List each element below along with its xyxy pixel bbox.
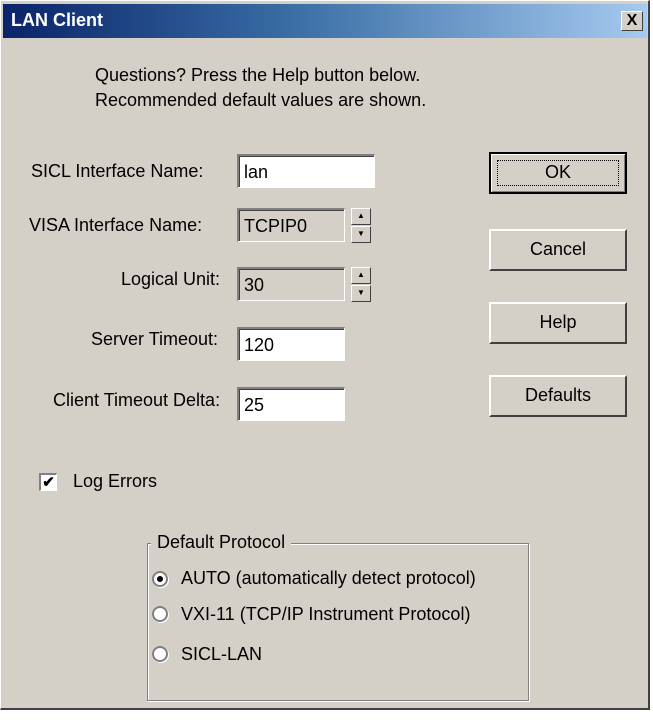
sicl-interface-label: SICL Interface Name: <box>31 161 204 181</box>
intro-line-2: Recommended default values are shown. <box>95 90 427 110</box>
spin-down-icon[interactable]: ▼ <box>351 226 371 243</box>
spin-down-icon[interactable]: ▼ <box>351 285 371 302</box>
server-timeout-input[interactable]: 120 <box>237 327 345 361</box>
window-title: LAN Client <box>11 10 103 30</box>
logical-unit-label: Logical Unit: <box>121 269 221 289</box>
ok-button[interactable]: OK <box>489 152 627 194</box>
cancel-button[interactable]: Cancel <box>489 229 627 271</box>
default-protocol-label: Default Protocol <box>151 532 292 553</box>
radio-sicl-lan-label[interactable]: SICL-LAN <box>181 644 262 665</box>
radio-vxi11-label[interactable]: VXI-11 (TCP/IP Instrument Protocol) <box>181 604 470 625</box>
defaults-button[interactable]: Defaults <box>489 375 627 417</box>
client-timeout-delta-label: Client Timeout Delta: <box>53 390 221 410</box>
title-bar[interactable]: LAN Client X <box>3 4 647 38</box>
radio-auto-label[interactable]: AUTO (automatically detect protocol) <box>181 568 476 589</box>
help-button[interactable]: Help <box>489 302 627 344</box>
close-button[interactable]: X <box>621 11 643 31</box>
visa-interface-spinner: ▲ ▼ <box>351 208 371 244</box>
intro-line-1: Questions? Press the Help button below. <box>95 65 421 85</box>
visa-interface-input[interactable]: TCPIP0 <box>237 208 345 242</box>
client-timeout-delta-input[interactable]: 25 <box>237 387 345 421</box>
log-errors-label[interactable]: Log Errors <box>73 471 157 492</box>
spin-up-icon[interactable]: ▲ <box>351 208 371 225</box>
radio-auto[interactable] <box>152 571 168 587</box>
spin-up-icon[interactable]: ▲ <box>351 267 371 284</box>
sicl-interface-input[interactable]: lan <box>237 154 375 188</box>
radio-selected-dot <box>157 576 163 582</box>
visa-interface-label: VISA Interface Name: <box>29 215 203 235</box>
radio-vxi11[interactable] <box>152 606 168 622</box>
logical-unit-spinner: ▲ ▼ <box>351 267 371 303</box>
log-errors-checkbox[interactable]: ✔ <box>39 473 57 491</box>
radio-sicl-lan[interactable] <box>152 646 168 662</box>
lan-client-dialog: LAN Client X Questions? Press the Help b… <box>0 0 650 710</box>
logical-unit-input[interactable]: 30 <box>237 267 345 301</box>
server-timeout-label: Server Timeout: <box>91 329 219 349</box>
focus-rect <box>497 160 619 186</box>
